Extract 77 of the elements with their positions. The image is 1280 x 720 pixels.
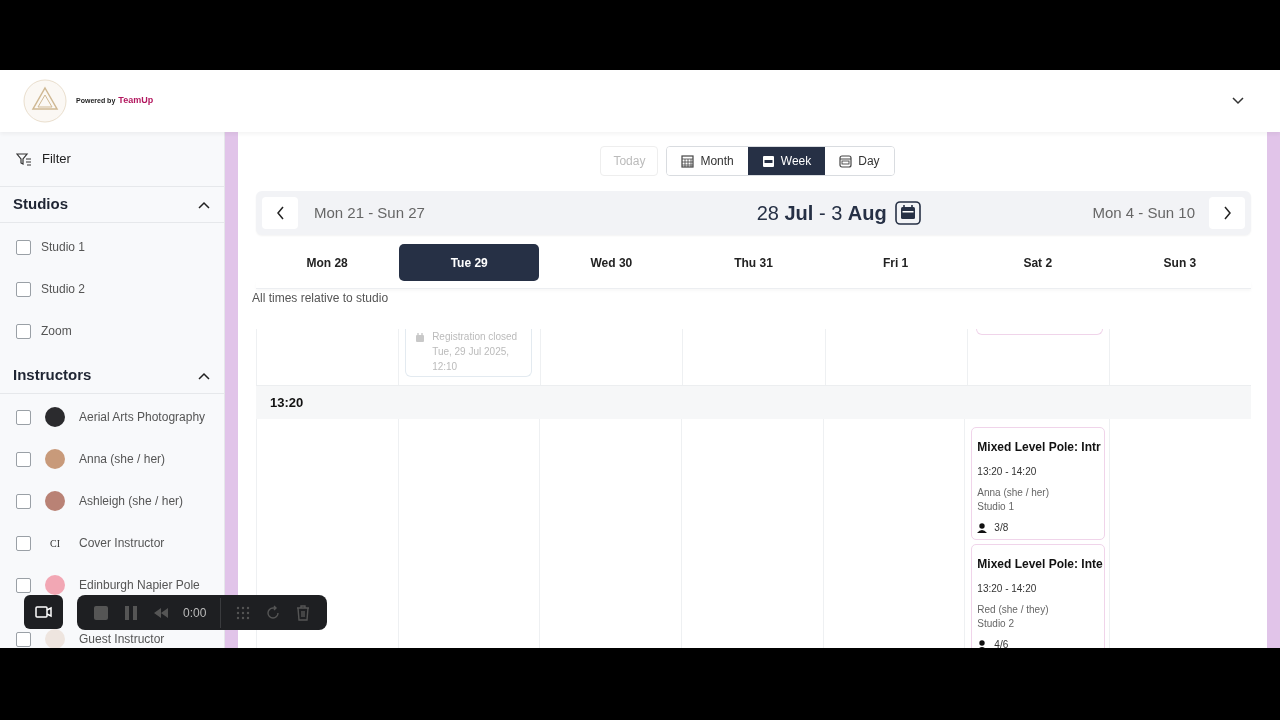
filter-option-label[interactable]: Aerial Arts Photography: [79, 408, 206, 426]
logo-icon: [22, 78, 68, 124]
filter-option-label[interactable]: Anna (she / her): [79, 450, 166, 468]
reset-icon: [265, 604, 282, 621]
event-time: 13:20 - 14:20: [977, 582, 1038, 596]
event-title: Mixed Level Pole: Intr: [977, 440, 1101, 456]
chevron-down-icon[interactable]: [1232, 97, 1244, 105]
date-tab[interactable]: Tue 29: [399, 244, 540, 281]
delete-icon: [295, 604, 312, 621]
chevron-left-icon: [275, 206, 285, 220]
filter-option-label[interactable]: Ashleigh (she / her): [79, 492, 184, 510]
person-icon: [977, 522, 988, 533]
filter-option-label[interactable]: Studio 2: [41, 280, 86, 298]
filter-option-label[interactable]: Edinburgh Napier Pole: [79, 576, 200, 594]
calendar-icon: [894, 201, 921, 225]
filter-option-label[interactable]: Zoom: [41, 322, 72, 340]
filter-icon: [16, 152, 32, 166]
checkbox[interactable]: [16, 323, 31, 339]
checkbox[interactable]: [16, 409, 31, 425]
date-tab[interactable]: Thu 31: [683, 244, 824, 281]
recording-time: 0:00: [183, 604, 207, 622]
stop-button[interactable]: [93, 604, 109, 621]
date-tab[interactable]: Wed 30: [541, 244, 682, 281]
event-card[interactable]: Mixed Level Pole: Intr 13:20 - 14:20 Anna (she / her) Studio 1 3/8: [971, 427, 1106, 540]
checkbox[interactable]: [16, 631, 31, 647]
date-tab[interactable]: Sun 3: [1109, 244, 1250, 281]
calendar-icon: [416, 333, 425, 342]
next-week-button[interactable]: [1209, 197, 1245, 229]
event-details: Anna (she / her) Studio 1: [977, 486, 1051, 514]
spots-count: 3/8: [994, 521, 1009, 535]
filter-button[interactable]: Filter: [0, 132, 224, 187]
checkbox[interactable]: [16, 239, 31, 255]
grid-button[interactable]: [235, 604, 252, 621]
time-slot-label: 13:20: [270, 393, 304, 412]
calendar-icon: [839, 154, 853, 168]
previous-week-button[interactable]: [262, 197, 298, 229]
delete-button[interactable]: [295, 604, 312, 621]
event-details: Red (she / they) Studio 2: [977, 603, 1050, 631]
chevron-up-icon[interactable]: [198, 200, 210, 209]
pause-button[interactable]: [123, 604, 139, 621]
filter-option-label[interactable]: Studio 1: [41, 238, 86, 256]
camera-button[interactable]: [24, 595, 63, 629]
registration-status-text: Registration closed Tue, 29 Jul 2025, 12:10: [432, 330, 518, 370]
section-title: Studios: [13, 194, 68, 215]
view-tab[interactable]: Week: [747, 147, 826, 175]
calendar-icon: [761, 154, 775, 168]
spots-count: 4/6: [994, 638, 1009, 648]
checkbox[interactable]: [16, 281, 31, 297]
chevron-right-icon: [1222, 206, 1232, 220]
stop-icon: [93, 604, 109, 621]
grid-icon: [235, 604, 252, 621]
filter-option-label[interactable]: Guest Instructor: [79, 630, 165, 648]
previous-range-link[interactable]: Mon 21 - Sun 27: [314, 201, 425, 225]
date-tab[interactable]: Fri 1: [825, 244, 966, 281]
checkbox[interactable]: [16, 493, 31, 509]
avatar-initials: CI: [49, 536, 61, 551]
chevron-up-icon[interactable]: [198, 371, 210, 380]
calendar-icon: [681, 154, 695, 168]
section-title: Instructors: [13, 365, 92, 386]
timezone-note: All times relative to studio: [252, 290, 390, 307]
checkbox[interactable]: [16, 535, 31, 551]
event-time: 13:20 - 14:20: [977, 465, 1038, 479]
date-tab[interactable]: Mon 28: [257, 244, 398, 281]
week-range-title: 28 Jul - 3 Aug: [756, 201, 887, 226]
date-tab[interactable]: Sat 2: [967, 244, 1108, 281]
event-title: Mixed Level Pole: Inte: [977, 557, 1103, 573]
reset-button[interactable]: [265, 604, 282, 621]
pause-icon: [123, 604, 139, 621]
person-icon: [977, 639, 988, 648]
brand-logo-text: TeamUp: [118, 94, 154, 108]
filter-option-label[interactable]: Cover Instructor: [79, 534, 165, 552]
event-card[interactable]: Mixed Level Pole: Inte 13:20 - 14:20 Red (she / they) Studio 2 4/6: [971, 544, 1106, 648]
video-camera-icon: [35, 605, 52, 619]
next-range-link[interactable]: Mon 4 - Sun 10: [1092, 201, 1195, 225]
checkbox[interactable]: [16, 577, 31, 593]
checkbox[interactable]: [16, 451, 31, 467]
date-picker-button[interactable]: [894, 201, 921, 225]
